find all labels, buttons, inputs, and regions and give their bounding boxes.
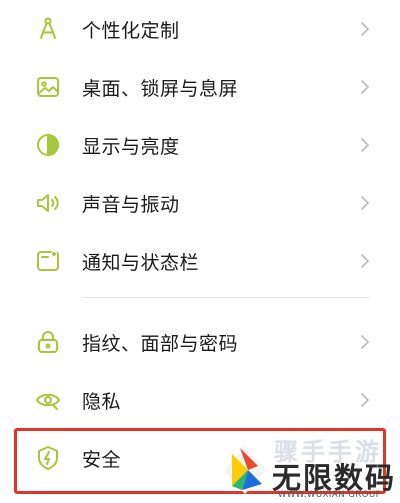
settings-item-label: 个性化定制 [82, 19, 180, 42]
settings-item-wallpaper[interactable]: 桌面、锁屏与息屏 [0, 58, 400, 116]
chevron-right-icon [358, 332, 372, 352]
settings-item-label: 通知与状态栏 [82, 251, 200, 274]
chevron-right-icon [358, 19, 372, 39]
section-divider [82, 297, 370, 298]
chevron-right-icon [358, 390, 372, 410]
wallpaper-icon [34, 73, 62, 101]
settings-item-label: 指纹、面部与密码 [82, 332, 239, 355]
settings-item-notifications[interactable]: 通知与状态栏 [0, 232, 400, 290]
settings-item-label: 显示与亮度 [82, 135, 180, 158]
chevron-right-icon [358, 135, 372, 155]
settings-list: 个性化定制 桌面、锁屏与息屏 显示与亮度 声音与振动 通知与状态栏 指纹、面部与… [0, 0, 400, 503]
settings-item-personalization[interactable]: 个性化定制 [0, 0, 400, 58]
chevron-right-icon [358, 77, 372, 97]
settings-item-fingerprint-face-password[interactable]: 指纹、面部与密码 [0, 313, 400, 371]
settings-item-sound-vibration[interactable]: 声音与振动 [0, 174, 400, 232]
settings-item-privacy[interactable]: 隐私 [0, 371, 400, 429]
lock-icon [34, 328, 62, 356]
wuxian-logo-icon [224, 446, 266, 494]
settings-item-label: 隐私 [82, 390, 122, 413]
chevron-right-icon [358, 193, 372, 213]
brightness-icon [34, 131, 62, 159]
settings-item-display-brightness[interactable]: 显示与亮度 [0, 116, 400, 174]
chevron-right-icon [358, 251, 372, 271]
settings-group-display: 个性化定制 桌面、锁屏与息屏 显示与亮度 声音与振动 通知与状态栏 [0, 0, 400, 290]
speaker-icon [34, 189, 62, 217]
watermark-url-text: WWW.WUXIAN GROUP [278, 490, 382, 500]
watermark: 骤手手游 无限数码 WWW.WUXIAN GROUP [218, 430, 400, 503]
privacy-eye-icon [34, 386, 62, 414]
compass-icon [34, 15, 62, 43]
settings-item-label: 声音与振动 [82, 193, 180, 216]
notification-bar-icon [34, 247, 62, 275]
settings-item-label: 桌面、锁屏与息屏 [82, 77, 239, 100]
